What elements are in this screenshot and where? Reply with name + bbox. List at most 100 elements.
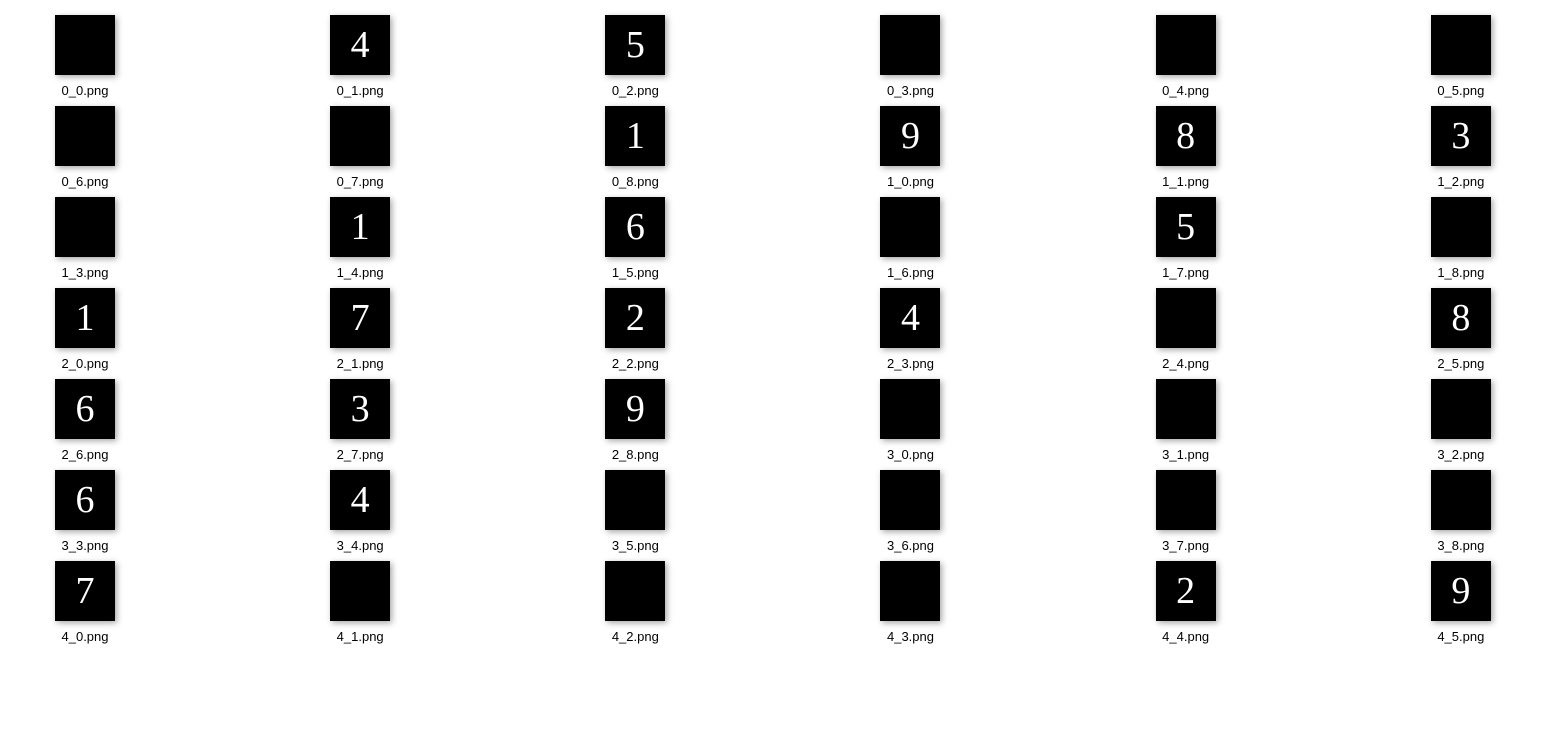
file-item[interactable]: 1_6.png bbox=[875, 197, 945, 280]
file-name-label: 2_2.png bbox=[612, 356, 659, 371]
file-thumbnail: 9 bbox=[1431, 561, 1491, 621]
file-name-label: 1_2.png bbox=[1437, 174, 1484, 189]
file-item[interactable]: 32_7.png bbox=[325, 379, 395, 462]
file-name-label: 3_7.png bbox=[1162, 538, 1209, 553]
file-thumbnail: 4 bbox=[880, 288, 940, 348]
file-thumbnail: 6 bbox=[55, 470, 115, 530]
file-item[interactable]: 3_2.png bbox=[1426, 379, 1496, 462]
file-thumbnail: 7 bbox=[55, 561, 115, 621]
file-item[interactable]: 43_4.png bbox=[325, 470, 395, 553]
file-thumbnail bbox=[880, 470, 940, 530]
file-item[interactable]: 0_6.png bbox=[50, 106, 120, 189]
file-thumbnail: 5 bbox=[605, 15, 665, 75]
file-item[interactable]: 3_5.png bbox=[600, 470, 670, 553]
file-name-label: 3_0.png bbox=[887, 447, 934, 462]
file-name-label: 1_4.png bbox=[337, 265, 384, 280]
file-item[interactable]: 4_1.png bbox=[325, 561, 395, 644]
file-item[interactable]: 0_0.png bbox=[50, 15, 120, 98]
file-name-label: 2_7.png bbox=[337, 447, 384, 462]
file-item[interactable]: 0_3.png bbox=[875, 15, 945, 98]
file-thumbnail: 6 bbox=[55, 379, 115, 439]
file-item[interactable]: 3 1_2.png bbox=[1426, 106, 1496, 189]
file-item[interactable]: 0_7.png bbox=[325, 106, 395, 189]
file-item[interactable]: 1_3.png bbox=[50, 197, 120, 280]
file-item[interactable]: 6 3_3.png bbox=[50, 470, 120, 553]
file-item[interactable]: 2 2_2.png bbox=[600, 288, 670, 371]
file-name-label: 1_5.png bbox=[612, 265, 659, 280]
file-name-label: 4_5.png bbox=[1437, 629, 1484, 644]
file-item[interactable]: 3_1.png bbox=[1151, 379, 1221, 462]
file-name-label: 2_5.png bbox=[1437, 356, 1484, 371]
file-item[interactable]: 51_7.png bbox=[1151, 197, 1221, 280]
file-name-label: 2_4.png bbox=[1162, 356, 1209, 371]
file-name-label: 3_3.png bbox=[62, 538, 109, 553]
file-name-label: 3_5.png bbox=[612, 538, 659, 553]
file-thumbnail bbox=[880, 379, 940, 439]
file-item[interactable]: 9 2_8.png bbox=[600, 379, 670, 462]
file-name-label: 0_6.png bbox=[62, 174, 109, 189]
file-item[interactable]: 72_1.png bbox=[325, 288, 395, 371]
file-thumbnail bbox=[330, 106, 390, 166]
file-thumbnail: 2 bbox=[1156, 561, 1216, 621]
file-item[interactable]: 1 0_8.png bbox=[600, 106, 670, 189]
file-name-label: 0_4.png bbox=[1162, 83, 1209, 98]
file-name-label: 1_7.png bbox=[1162, 265, 1209, 280]
file-item[interactable]: 6 1_5.png bbox=[600, 197, 670, 280]
file-thumbnail bbox=[330, 561, 390, 621]
file-item[interactable]: 2_4.png bbox=[1151, 288, 1221, 371]
file-name-label: 1_6.png bbox=[887, 265, 934, 280]
file-item[interactable]: 4 2_3.png bbox=[875, 288, 945, 371]
file-thumbnail bbox=[1431, 379, 1491, 439]
file-name-label: 3_2.png bbox=[1437, 447, 1484, 462]
file-item[interactable]: 0_5.png bbox=[1426, 15, 1496, 98]
file-name-label: 2_1.png bbox=[337, 356, 384, 371]
file-thumbnail bbox=[1431, 15, 1491, 75]
file-item[interactable]: 6 2_6.png bbox=[50, 379, 120, 462]
file-name-label: 0_8.png bbox=[612, 174, 659, 189]
file-item[interactable]: 1 1_4.png bbox=[325, 197, 395, 280]
file-name-label: 2_8.png bbox=[612, 447, 659, 462]
file-name-label: 1_0.png bbox=[887, 174, 934, 189]
file-thumbnail: 1 bbox=[55, 288, 115, 348]
file-name-label: 0_7.png bbox=[337, 174, 384, 189]
file-item[interactable]: 40_1.png bbox=[325, 15, 395, 98]
file-thumbnail: 3 bbox=[1431, 106, 1491, 166]
file-thumbnail: 8 bbox=[1156, 106, 1216, 166]
file-item[interactable]: 3_0.png bbox=[875, 379, 945, 462]
file-item[interactable]: 9 4_5.png bbox=[1426, 561, 1496, 644]
file-item[interactable]: 4_2.png bbox=[600, 561, 670, 644]
file-name-label: 0_1.png bbox=[337, 83, 384, 98]
file-thumbnail: 1 bbox=[605, 106, 665, 166]
file-item[interactable]: 1 2_0.png bbox=[50, 288, 120, 371]
file-name-label: 2_6.png bbox=[62, 447, 109, 462]
file-name-label: 1_8.png bbox=[1437, 265, 1484, 280]
file-item[interactable]: 4_3.png bbox=[875, 561, 945, 644]
file-item[interactable]: 50_2.png bbox=[600, 15, 670, 98]
file-item[interactable]: 8 2_5.png bbox=[1426, 288, 1496, 371]
file-item[interactable]: 3_7.png bbox=[1151, 470, 1221, 553]
file-item[interactable]: 74_0.png bbox=[50, 561, 120, 644]
file-item[interactable]: 0_4.png bbox=[1151, 15, 1221, 98]
file-thumbnail bbox=[880, 561, 940, 621]
file-name-label: 2_0.png bbox=[62, 356, 109, 371]
file-thumbnail bbox=[605, 470, 665, 530]
file-item[interactable]: 1_8.png bbox=[1426, 197, 1496, 280]
file-name-label: 0_3.png bbox=[887, 83, 934, 98]
file-name-label: 1_3.png bbox=[62, 265, 109, 280]
file-item[interactable]: 8 1_1.png bbox=[1151, 106, 1221, 189]
file-thumbnail bbox=[1156, 379, 1216, 439]
file-thumbnail: 9 bbox=[605, 379, 665, 439]
file-name-label: 2_3.png bbox=[887, 356, 934, 371]
file-thumbnail: 4 bbox=[330, 470, 390, 530]
file-thumbnail: 8 bbox=[1431, 288, 1491, 348]
file-name-label: 1_1.png bbox=[1162, 174, 1209, 189]
file-item[interactable]: 3_6.png bbox=[875, 470, 945, 553]
file-thumbnail bbox=[1156, 470, 1216, 530]
file-item[interactable]: 24_4.png bbox=[1151, 561, 1221, 644]
file-thumbnail: 6 bbox=[605, 197, 665, 257]
file-thumbnail: 2 bbox=[605, 288, 665, 348]
file-item[interactable]: 91_0.png bbox=[875, 106, 945, 189]
file-item[interactable]: 3_8.png bbox=[1426, 470, 1496, 553]
file-thumbnail: 1 bbox=[330, 197, 390, 257]
file-name-label: 3_1.png bbox=[1162, 447, 1209, 462]
